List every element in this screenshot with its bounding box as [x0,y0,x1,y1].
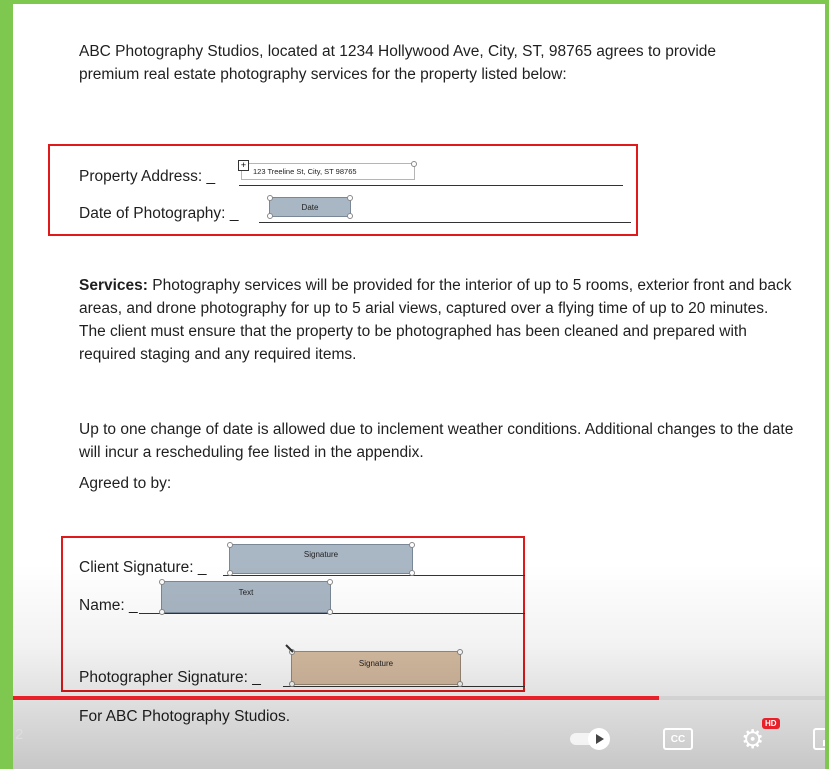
services-title: Services: [79,277,148,294]
captions-button[interactable]: CC [663,728,693,750]
miniplayer-icon[interactable] [813,728,825,750]
photographer-signature-underline [283,686,525,687]
date-field[interactable]: Date [267,195,353,219]
resize-handle-icon[interactable] [409,542,415,548]
photographer-signature-label: Photographer Signature: [79,669,248,686]
date-field-placeholder: Date [301,202,319,212]
photographer-signature-field[interactable]: Signature [289,649,463,687]
property-address-field[interactable]: + 123 Treeline St, City, ST 98765 [238,160,417,180]
resize-handle-icon[interactable] [327,579,333,585]
date-row: Date of Photography: _ [79,204,238,224]
date-prefix: _ [229,205,239,222]
resize-handle-icon[interactable] [267,213,273,219]
time-display: 2 [15,726,24,743]
client-signature-row: Client Signature: _ [79,558,207,578]
property-address-underline [239,185,623,186]
client-signature-label: Client Signature: [79,559,194,576]
progress-fill [13,696,659,700]
resize-handle-icon[interactable] [347,213,353,219]
name-row: Name: _ [79,596,138,616]
hd-badge: HD [762,718,780,729]
client-signature-placeholder: Signature [303,549,339,559]
resize-handle-icon[interactable] [289,681,295,687]
photographer-signature-prefix: _ [252,669,261,686]
name-field[interactable]: Text [159,579,333,615]
resize-handle-icon[interactable] [159,579,165,585]
date-underline [259,222,631,223]
intro-paragraph: ABC Photography Studios, located at 1234… [79,43,717,83]
captions-icon: CC [670,733,686,745]
autoplay-toggle-icon [588,728,610,750]
resize-handle-icon[interactable] [347,195,353,201]
date-label: Date of Photography: [79,205,226,222]
autoplay-toggle[interactable] [570,728,614,750]
for-company-line: For ABC Photography Studios. [79,708,291,725]
services-body: Photography services will be provided fo… [79,277,792,363]
weather-paragraph: Up to one change of date is allowed due … [79,421,794,461]
property-address-prefix: _ [206,168,216,185]
property-address-row: Property Address: _ [79,167,215,187]
property-address-value: 123 Treeline St, City, ST 98765 [253,167,357,176]
client-signature-underline [223,575,525,576]
name-prefix: _ [128,597,138,614]
resize-handle-icon[interactable] [457,681,463,687]
agreed-label: Agreed to by: [79,475,172,492]
video-frame: ABC Photography Studios, located at 1234… [0,0,829,769]
resize-handle-icon[interactable] [227,542,233,548]
resize-handle-icon[interactable] [409,570,415,576]
resize-handle-icon[interactable] [227,570,233,576]
services-paragraph: Services: Photography services will be p… [79,274,799,366]
resize-handle-icon[interactable] [411,161,417,167]
photographer-signature-placeholder: Signature [358,658,394,668]
resize-handle-icon[interactable] [267,195,273,201]
resize-handle-icon[interactable] [159,609,165,615]
name-field-placeholder: Text [238,587,254,597]
progress-bar[interactable] [13,696,825,700]
property-address-label: Property Address: [79,168,203,185]
photographer-signature-row: Photographer Signature: _ [79,668,261,688]
move-handle-icon[interactable]: + [238,160,249,171]
document-page: ABC Photography Studios, located at 1234… [13,4,825,769]
pencil-cursor-icon [285,644,294,653]
client-signature-prefix: _ [197,559,207,576]
resize-handle-icon[interactable] [327,609,333,615]
name-label: Name: [79,597,125,614]
settings-button[interactable]: ⚙ [741,726,767,752]
gear-icon: ⚙ [741,724,765,754]
client-signature-field[interactable]: Signature [227,542,415,576]
resize-handle-icon[interactable] [457,649,463,655]
